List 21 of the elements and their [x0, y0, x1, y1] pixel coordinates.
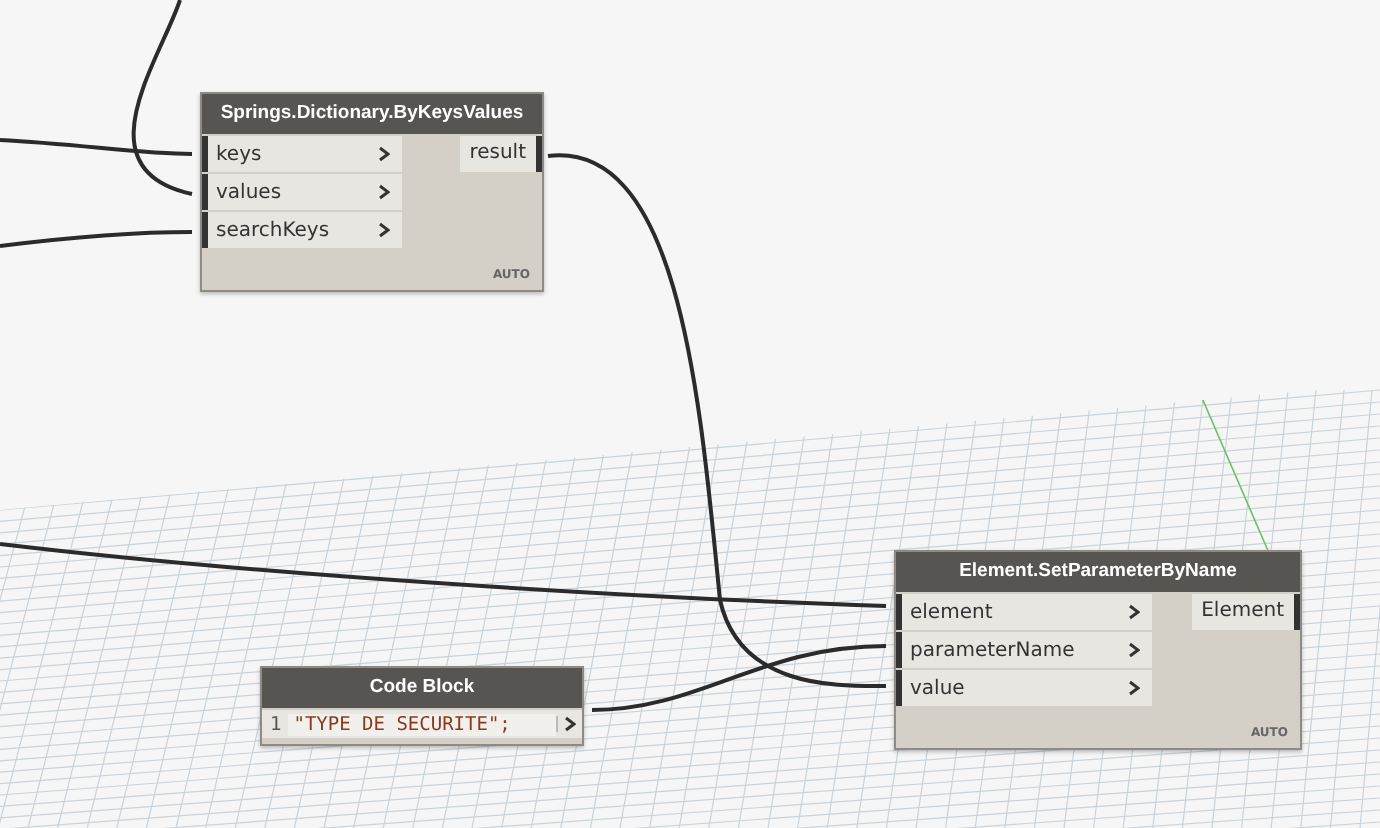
line-number: 1: [268, 713, 284, 735]
input-port[interactable]: searchKeys: [202, 212, 402, 248]
input-port[interactable]: keys: [202, 136, 402, 172]
input-port[interactable]: element: [896, 594, 1152, 630]
input-port[interactable]: value: [896, 670, 1152, 706]
output-port[interactable]: Element: [1191, 594, 1300, 630]
chevron-icon: [1128, 604, 1140, 620]
chevron-icon: [378, 146, 390, 162]
node-title: Code Block: [262, 668, 582, 708]
input-port[interactable]: parameterName: [896, 632, 1152, 668]
chevron-icon: [378, 222, 390, 238]
chevron-icon: [1128, 680, 1140, 696]
code-text[interactable]: "TYPE DE SECURITE";: [287, 713, 556, 735]
node-title: Element.SetParameterByName: [896, 552, 1300, 592]
output-port[interactable]: result: [459, 136, 542, 172]
input-port[interactable]: values: [202, 174, 402, 210]
chevron-icon: [378, 184, 390, 200]
chevron-icon: [564, 716, 576, 732]
chevron-icon: [1128, 642, 1140, 658]
code-block-node[interactable]: Code Block 1 "TYPE DE SECURITE";: [260, 666, 584, 746]
node-title: Springs.Dictionary.ByKeysValues: [202, 94, 542, 134]
